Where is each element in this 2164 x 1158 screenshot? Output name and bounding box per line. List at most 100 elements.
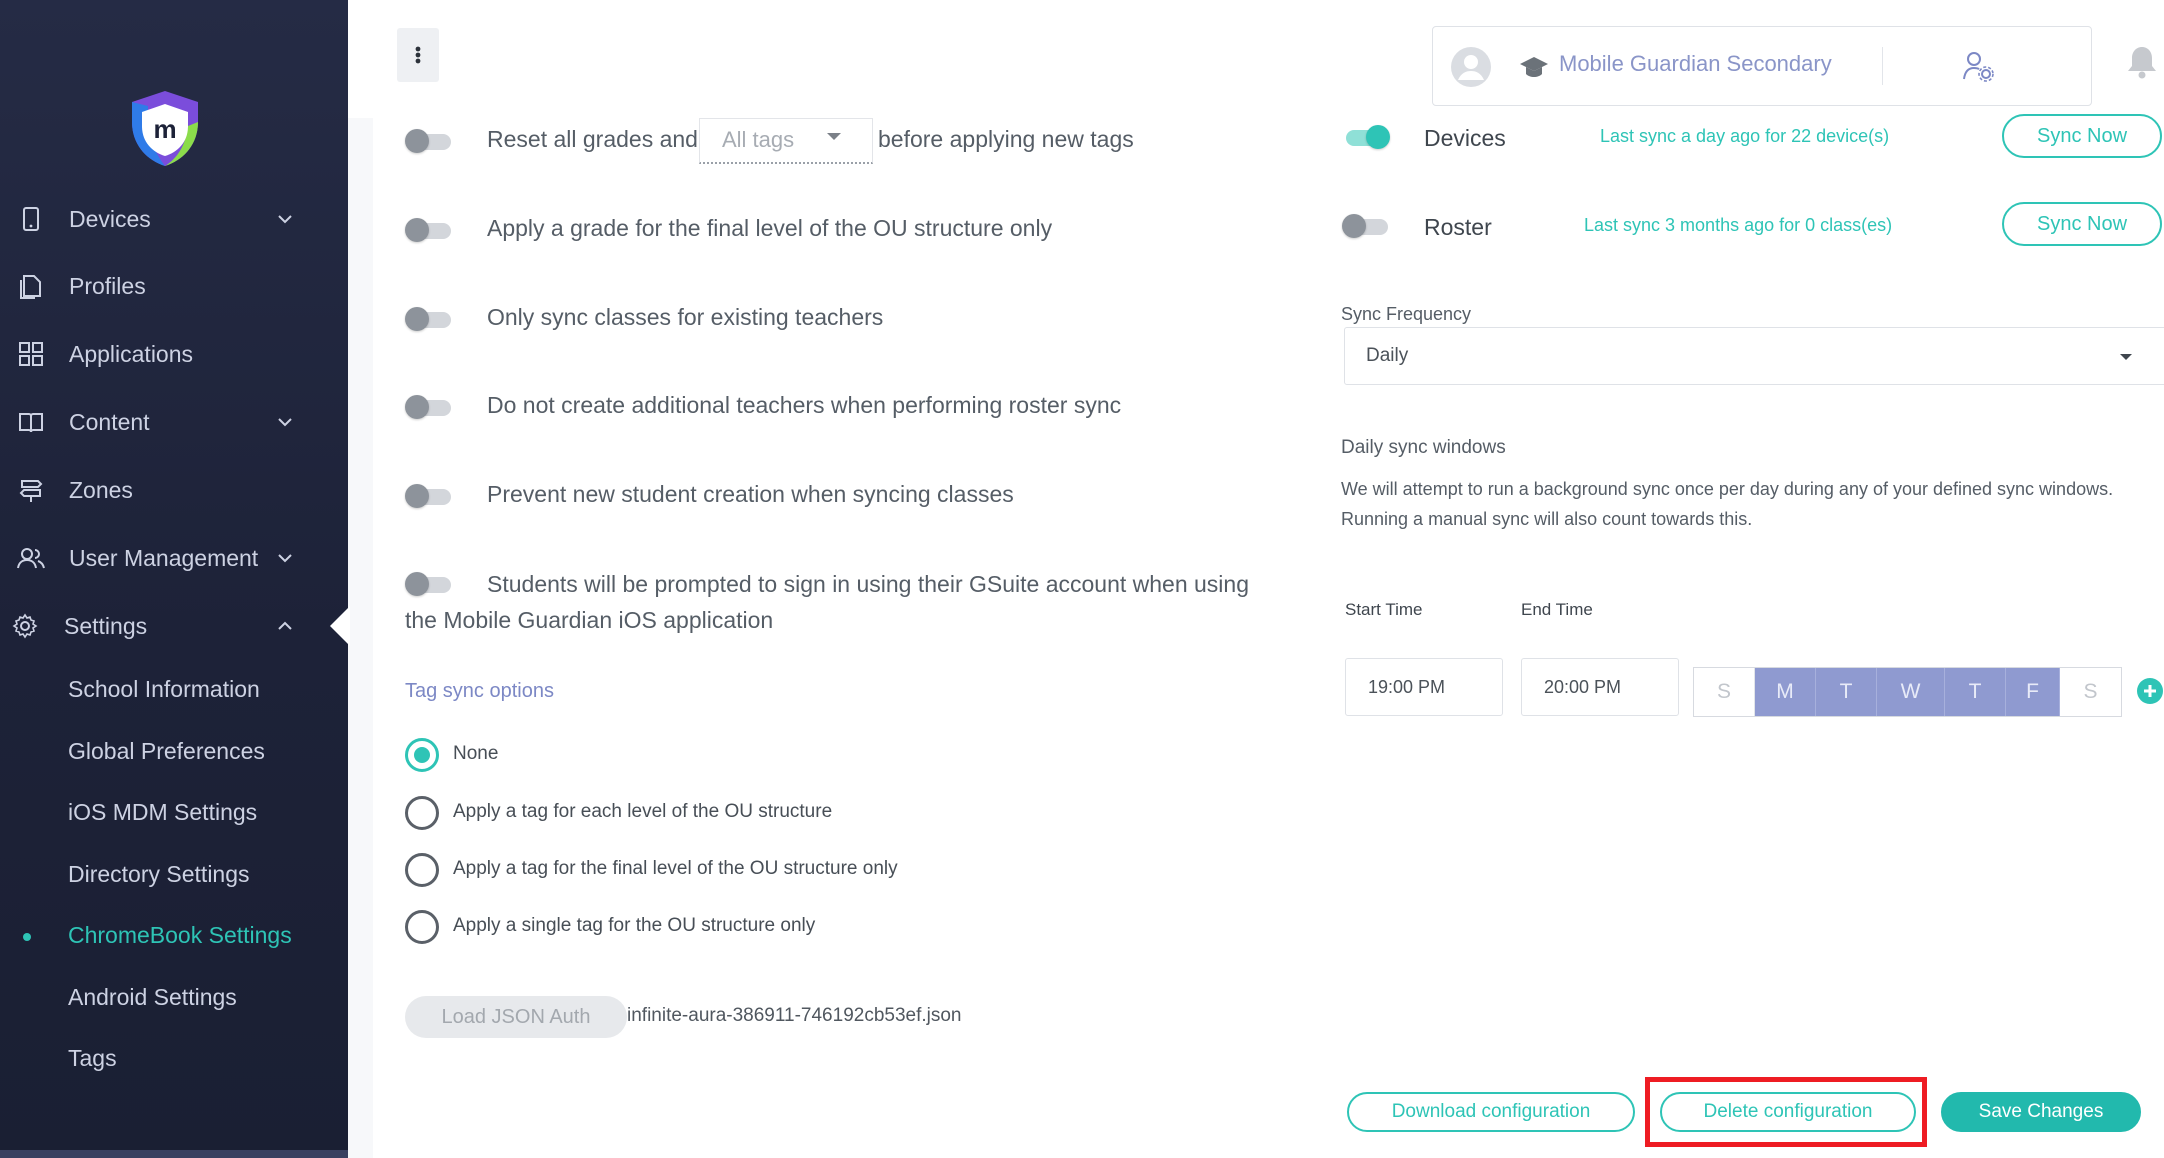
day-sunday[interactable]: S	[1694, 668, 1755, 716]
notifications-bell-icon[interactable]	[2126, 44, 2158, 80]
no-additional-teachers-label: Do not create additional teachers when p…	[487, 392, 1122, 418]
existing-teachers-label: Only sync classes for existing teachers	[487, 304, 884, 330]
final-level-grade-toggle[interactable]	[405, 218, 453, 242]
load-json-auth-button[interactable]: Load JSON Auth	[405, 996, 627, 1038]
tag-sync-title: Tag sync options	[405, 680, 554, 702]
day-friday[interactable]: F	[2006, 668, 2060, 716]
devices-sync-label: Devices	[1424, 125, 1506, 151]
sidebar: m Devices Profiles Applications Content …	[0, 0, 348, 1158]
tablet-icon	[16, 204, 46, 234]
tag-sync-label-final-level: Apply a tag for the final level of the O…	[453, 858, 898, 879]
roster-sync-now-button[interactable]: Sync Now	[2002, 202, 2162, 246]
nav-settings[interactable]: Settings	[0, 598, 348, 654]
gear-icon	[10, 611, 40, 641]
nav-profiles-label: Profiles	[69, 272, 146, 299]
add-window-button[interactable]	[2137, 678, 2163, 704]
reset-grades-label: Reset all grades and	[487, 126, 698, 152]
chevron-down-icon	[278, 554, 292, 563]
nav-zones-label: Zones	[69, 476, 133, 503]
tag-sync-radio-none[interactable]	[405, 738, 439, 772]
grid-icon	[16, 339, 46, 369]
no-additional-teachers-toggle[interactable]	[405, 395, 453, 419]
caret-down-icon	[2120, 354, 2132, 360]
tag-sync-radio-final-level[interactable]	[405, 853, 439, 887]
tag-sync-label-single-tag: Apply a single tag for the OU structure …	[453, 915, 816, 936]
sync-frequency-value: Daily	[1366, 345, 1409, 366]
avatar-icon	[1451, 47, 1491, 87]
subnav-global-preferences[interactable]: Global Preferences	[68, 738, 265, 765]
book-icon	[16, 407, 46, 437]
tag-sync-radio-single-tag[interactable]	[405, 910, 439, 944]
reset-grades-toggle[interactable]	[405, 129, 453, 153]
chevron-up-icon	[278, 621, 292, 630]
day-selector: S M T W T F S	[1693, 667, 2122, 717]
nav-devices[interactable]: Devices	[0, 191, 348, 247]
reset-grades-suffix: before applying new tags	[878, 126, 1134, 152]
start-time-input[interactable]: 19:00 PM	[1345, 658, 1503, 716]
nav-profiles[interactable]: Profiles	[0, 258, 348, 314]
daily-sync-windows-description: We will attempt to run a background sync…	[1341, 479, 2114, 529]
subnav-tags[interactable]: Tags	[68, 1045, 117, 1072]
sync-frequency-label: Sync Frequency	[1341, 304, 1472, 324]
nav-devices-label: Devices	[69, 205, 151, 232]
svg-text:m: m	[153, 114, 176, 144]
daily-sync-windows-title: Daily sync windows	[1341, 437, 1506, 458]
graduation-cap-icon	[1520, 57, 1548, 77]
mobile-guardian-logo[interactable]: m	[126, 88, 204, 168]
subnav-chromebook-settings[interactable]: ChromeBook Settings	[68, 922, 292, 949]
start-time-label: Start Time	[1345, 600, 1423, 619]
devices-sync-now-button[interactable]: Sync Now	[2002, 114, 2162, 158]
user-settings-icon[interactable]	[1961, 49, 1995, 83]
day-wednesday[interactable]: W	[1877, 668, 1945, 716]
day-monday[interactable]: M	[1755, 668, 1816, 716]
roster-sync-info: Last sync 3 months ago for 0 class(es)	[1584, 215, 1893, 235]
devices-sync-info: Last sync a day ago for 22 device(s)	[1600, 126, 1890, 146]
account-switcher[interactable]: Mobile Guardian Secondary	[1432, 26, 2092, 106]
existing-teachers-toggle[interactable]	[405, 307, 453, 331]
subnav-school-information[interactable]: School Information	[68, 676, 260, 703]
nav-user-management[interactable]: User Management	[0, 530, 348, 586]
devices-sync-toggle[interactable]	[1342, 125, 1390, 149]
tag-select-value: All tags	[722, 127, 795, 152]
end-time-label: End Time	[1521, 600, 1593, 619]
plus-icon	[2144, 685, 2156, 697]
highlight-annotation	[1645, 1077, 1927, 1147]
signpost-icon	[16, 475, 46, 505]
reset-grades-tag-select[interactable]: All tags	[699, 118, 873, 164]
roster-sync-toggle[interactable]	[1342, 214, 1390, 238]
subnav-ios-mdm-settings[interactable]: iOS MDM Settings	[68, 799, 257, 826]
sidebar-bottom-bar	[0, 1150, 348, 1158]
tag-sync-label-each-level: Apply a tag for each level of the OU str…	[453, 801, 833, 822]
nav-content-label: Content	[69, 408, 150, 435]
day-tuesday[interactable]: T	[1816, 668, 1877, 716]
prevent-new-students-toggle[interactable]	[405, 484, 453, 508]
roster-sync-label: Roster	[1424, 214, 1492, 240]
more-vertical-icon	[415, 46, 421, 64]
save-changes-button[interactable]: Save Changes	[1941, 1092, 2141, 1132]
chevron-down-icon	[278, 418, 292, 427]
nav-applications-label: Applications	[69, 340, 194, 367]
users-icon	[16, 543, 46, 573]
subnav-android-settings[interactable]: Android Settings	[68, 984, 237, 1011]
gsuite-prompt-label: Students will be prompted to sign in usi…	[405, 571, 1249, 633]
download-configuration-button[interactable]: Download configuration	[1347, 1092, 1635, 1132]
nav-settings-label: Settings	[64, 612, 148, 639]
chevron-down-icon	[278, 215, 292, 224]
tag-sync-label-none: None	[453, 743, 499, 764]
day-thursday[interactable]: T	[1945, 668, 2006, 716]
day-saturday[interactable]: S	[2060, 668, 2121, 716]
caret-down-icon	[827, 133, 841, 140]
json-file-name: infinite-aura-386911-746192cb53ef.json	[627, 1005, 962, 1026]
tag-sync-radio-each-level[interactable]	[405, 796, 439, 830]
nav-applications[interactable]: Applications	[0, 326, 348, 382]
end-time-input[interactable]: 20:00 PM	[1521, 658, 1679, 716]
kebab-menu-button[interactable]	[397, 28, 439, 82]
header-divider	[1882, 47, 1883, 85]
sync-frequency-select[interactable]: Daily	[1344, 327, 2164, 385]
nav-zones[interactable]: Zones	[0, 462, 348, 518]
prevent-new-students-label: Prevent new student creation when syncin…	[487, 481, 1014, 507]
nav-content[interactable]: Content	[0, 394, 348, 450]
profiles-icon	[16, 271, 46, 301]
active-indicator	[23, 933, 31, 941]
subnav-directory-settings[interactable]: Directory Settings	[68, 861, 250, 888]
